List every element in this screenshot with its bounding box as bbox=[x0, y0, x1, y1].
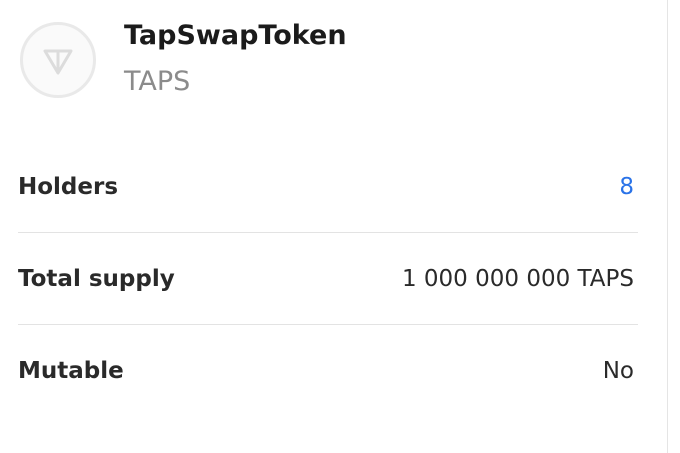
token-info-card: TapSwapToken TAPS Holders 8 Total supply… bbox=[0, 0, 668, 453]
holders-row: Holders 8 bbox=[18, 141, 638, 233]
mutable-row: Mutable No bbox=[18, 325, 638, 417]
holders-label: Holders bbox=[18, 173, 119, 200]
mutable-label: Mutable bbox=[18, 358, 124, 384]
total-supply-row: Total supply 1 000 000 000 TAPS bbox=[18, 233, 638, 325]
total-supply-value: 1 000 000 000 TAPS bbox=[401, 265, 634, 292]
mutable-value: No bbox=[602, 358, 634, 384]
token-symbol: TAPS bbox=[124, 66, 191, 97]
token-header: TapSwapToken TAPS bbox=[0, 0, 660, 120]
token-logo bbox=[20, 22, 96, 98]
ton-diamond-icon bbox=[43, 49, 73, 75]
token-name: TapSwapToken bbox=[124, 20, 347, 51]
holders-count-link[interactable]: 8 bbox=[619, 174, 634, 200]
total-supply-label: Total supply bbox=[18, 265, 175, 292]
